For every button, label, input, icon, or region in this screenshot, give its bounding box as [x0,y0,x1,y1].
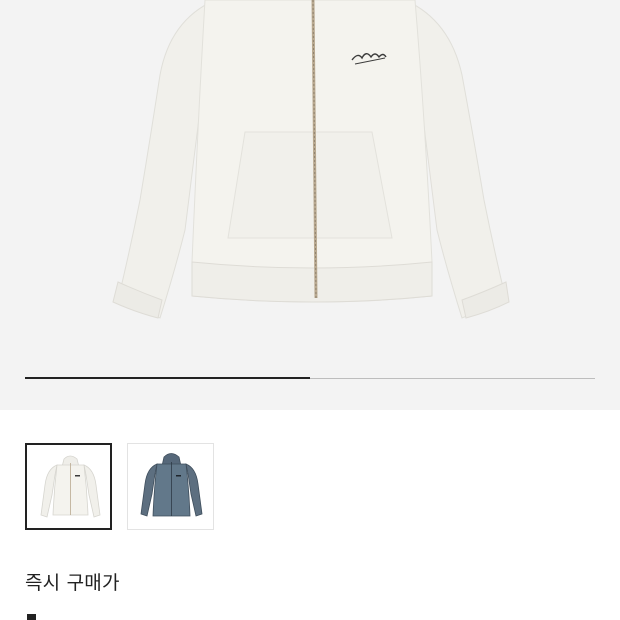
gallery-progress-indicator [25,377,310,379]
price-value-partial [27,614,36,620]
instant-purchase-price-heading: 즉시 구매가 [25,572,120,594]
product-image-gallery[interactable] [0,0,620,410]
white-hoodie-thumbnail-image [27,445,110,528]
thumbnail-white-hoodie[interactable] [25,443,112,530]
product-image [112,0,510,319]
thumbnail-blue-grey-hoodie[interactable] [127,443,214,530]
gallery-progress-track[interactable] [25,377,595,379]
blue-grey-hoodie-thumbnail-image [128,444,213,529]
